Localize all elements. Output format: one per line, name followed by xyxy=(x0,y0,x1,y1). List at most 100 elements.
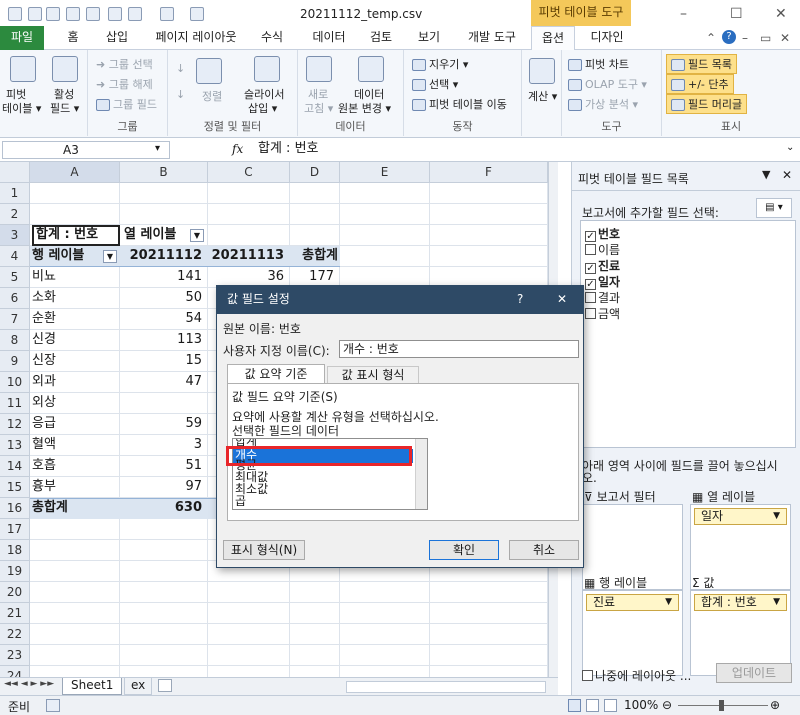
pivot-value-cell[interactable]: 97 xyxy=(120,477,208,498)
ok-button[interactable]: 확인 xyxy=(429,540,499,560)
row-header[interactable]: 15 xyxy=(0,477,30,498)
calculation-button[interactable]: 계산 ▾ xyxy=(528,88,557,104)
sort-desc-icon[interactable]: ↓ xyxy=(176,88,185,101)
sort-asc-icon[interactable]: ↓ xyxy=(176,62,185,75)
pivot-row-item[interactable]: 외과 xyxy=(32,372,120,393)
doc-close-icon[interactable]: ✕ xyxy=(780,31,790,45)
zoom-out-icon[interactable]: ⊖ xyxy=(662,698,672,712)
field-item[interactable]: 이름 xyxy=(585,241,620,258)
row-header[interactable]: 3 xyxy=(0,225,30,246)
pivot-grand-total-value[interactable]: 630 xyxy=(120,498,208,519)
column-field-item[interactable]: 일자 ▼ xyxy=(694,508,787,525)
row-header[interactable]: 4 xyxy=(0,246,30,267)
tab-view[interactable]: 보기 xyxy=(412,26,446,50)
field-list-button[interactable]: 필드 목록 xyxy=(688,58,732,71)
column-header[interactable]: A xyxy=(30,162,120,183)
tab-design[interactable]: 디자인 xyxy=(584,26,630,50)
plus-minus-button[interactable]: +/- 단추 xyxy=(688,78,729,91)
qat-icon[interactable] xyxy=(28,7,42,21)
tab-options[interactable]: 옵션 xyxy=(531,26,575,51)
field-checkbox[interactable] xyxy=(585,292,596,303)
pivot-value-cell[interactable]: 50 xyxy=(120,288,208,309)
sort-button[interactable]: 정렬 xyxy=(202,88,222,104)
group-selection-button[interactable]: ➜ 그룹 선택 xyxy=(96,56,153,72)
pivot-grand-total-col[interactable]: 총합계 xyxy=(290,246,340,267)
new-sheet-icon[interactable] xyxy=(158,679,172,692)
tab-show-values-as[interactable]: 값 표시 형식 xyxy=(327,366,419,384)
field-checkbox[interactable] xyxy=(585,308,596,319)
formula-input[interactable]: 합계 : 번호 xyxy=(258,141,800,159)
pivot-value-cell[interactable]: 51 xyxy=(120,456,208,477)
pivot-row-item[interactable]: 흉부 xyxy=(32,477,120,498)
layout-options-icon[interactable]: ▤ ▾ xyxy=(756,198,792,218)
list-scrollbar[interactable] xyxy=(415,439,427,509)
column-header[interactable]: B xyxy=(120,162,208,183)
pivot-data-header[interactable]: 합계 : 번호 xyxy=(32,225,120,246)
expand-formula-icon[interactable]: ⌄ xyxy=(786,142,794,153)
page-layout-view-icon[interactable] xyxy=(586,699,599,712)
clear-button[interactable]: 지우기 ▾ xyxy=(429,58,468,71)
pivot-row-item[interactable]: 소화 xyxy=(32,288,120,309)
tab-developer[interactable]: 개발 도구 xyxy=(460,26,524,50)
macro-record-icon[interactable] xyxy=(46,699,60,712)
pivot-value-cell[interactable]: 113 xyxy=(120,330,208,351)
field-item[interactable]: 금액 xyxy=(585,305,620,322)
row-header[interactable]: 21 xyxy=(0,603,30,624)
field-item[interactable]: ✓ 일자 xyxy=(585,273,620,290)
pivot-chart-button[interactable]: 피벗 차트 xyxy=(585,58,629,71)
row-header[interactable]: 6 xyxy=(0,288,30,309)
custom-name-input[interactable]: 개수 : 번호 xyxy=(339,340,579,358)
field-headers-button[interactable]: 필드 머리글 xyxy=(688,98,742,111)
pivot-grand-total-row[interactable]: 총합계 xyxy=(32,498,120,519)
pivot-row-item[interactable]: 신경 xyxy=(32,330,120,351)
dialog-title-bar[interactable]: 값 필드 설정 ? ✕ xyxy=(217,286,583,314)
pivot-value-cell[interactable] xyxy=(120,393,208,414)
column-header[interactable]: E xyxy=(340,162,430,183)
row-header[interactable]: 12 xyxy=(0,414,30,435)
column-header[interactable]: C xyxy=(208,162,290,183)
save-icon[interactable] xyxy=(108,7,122,21)
ribbon-minimize-icon[interactable]: ⌃ xyxy=(706,31,716,45)
sheet-tab-sheet1[interactable]: Sheet1 xyxy=(62,678,123,695)
tab-home[interactable]: 홈 xyxy=(58,26,88,50)
pivot-row-item[interactable]: 신장 xyxy=(32,351,120,372)
tab-data[interactable]: 데이터 xyxy=(306,26,352,50)
row-header[interactable]: 2 xyxy=(0,204,30,225)
tab-summarize-by[interactable]: 값 요약 기준 xyxy=(227,364,325,384)
select-all-corner[interactable] xyxy=(0,162,30,183)
dialog-help-button[interactable]: ? xyxy=(517,286,523,313)
summary-option[interactable]: 곱 xyxy=(233,495,413,509)
pivot-row-item[interactable]: 비뇨 xyxy=(32,267,120,288)
zoom-in-icon[interactable]: ⊕ xyxy=(770,698,780,712)
minimize-button[interactable]: – xyxy=(680,6,687,22)
row-header[interactable]: 13 xyxy=(0,435,30,456)
doc-minimize-icon[interactable]: – xyxy=(742,31,748,45)
slicer-button-sub[interactable]: 삽입 ▾ xyxy=(248,100,277,116)
pivot-row-item[interactable]: 응급 xyxy=(32,414,120,435)
name-box-dropdown-icon[interactable]: ▾ xyxy=(155,143,160,154)
horizontal-scrollbar[interactable] xyxy=(346,681,546,693)
zoom-slider-thumb[interactable] xyxy=(719,700,724,711)
row-header[interactable]: 5 xyxy=(0,267,30,288)
row-header[interactable]: 1 xyxy=(0,183,30,204)
cancel-button[interactable]: 취소 xyxy=(509,540,579,560)
change-source-button-sub[interactable]: 원본 변경 ▾ xyxy=(338,100,391,116)
row-header[interactable]: 8 xyxy=(0,330,30,351)
active-field-button-sub[interactable]: 필드 ▾ xyxy=(50,100,79,116)
pivot-row-item[interactable]: 호흡 xyxy=(32,456,120,477)
pivot-value-cell[interactable]: 15 xyxy=(120,351,208,372)
field-item[interactable]: 결과 xyxy=(585,289,620,306)
row-header[interactable]: 18 xyxy=(0,540,30,561)
row-header[interactable]: 16 xyxy=(0,498,30,519)
move-pivot-button[interactable]: 피벗 테이블 이동 xyxy=(429,98,507,111)
normal-view-icon[interactable] xyxy=(568,699,581,712)
filter-icon[interactable] xyxy=(190,7,204,21)
column-header[interactable]: F xyxy=(430,162,548,183)
pivot-value-cell[interactable]: 59 xyxy=(120,414,208,435)
pivot-row-item[interactable]: 외상 xyxy=(32,393,120,414)
column-filter-dropdown-icon[interactable]: ▼ xyxy=(190,229,204,242)
restore-button[interactable]: ☐ xyxy=(730,6,743,22)
qat-icon[interactable] xyxy=(66,7,80,21)
qat-icon[interactable] xyxy=(86,7,100,21)
close-button[interactable]: ✕ xyxy=(775,6,787,22)
